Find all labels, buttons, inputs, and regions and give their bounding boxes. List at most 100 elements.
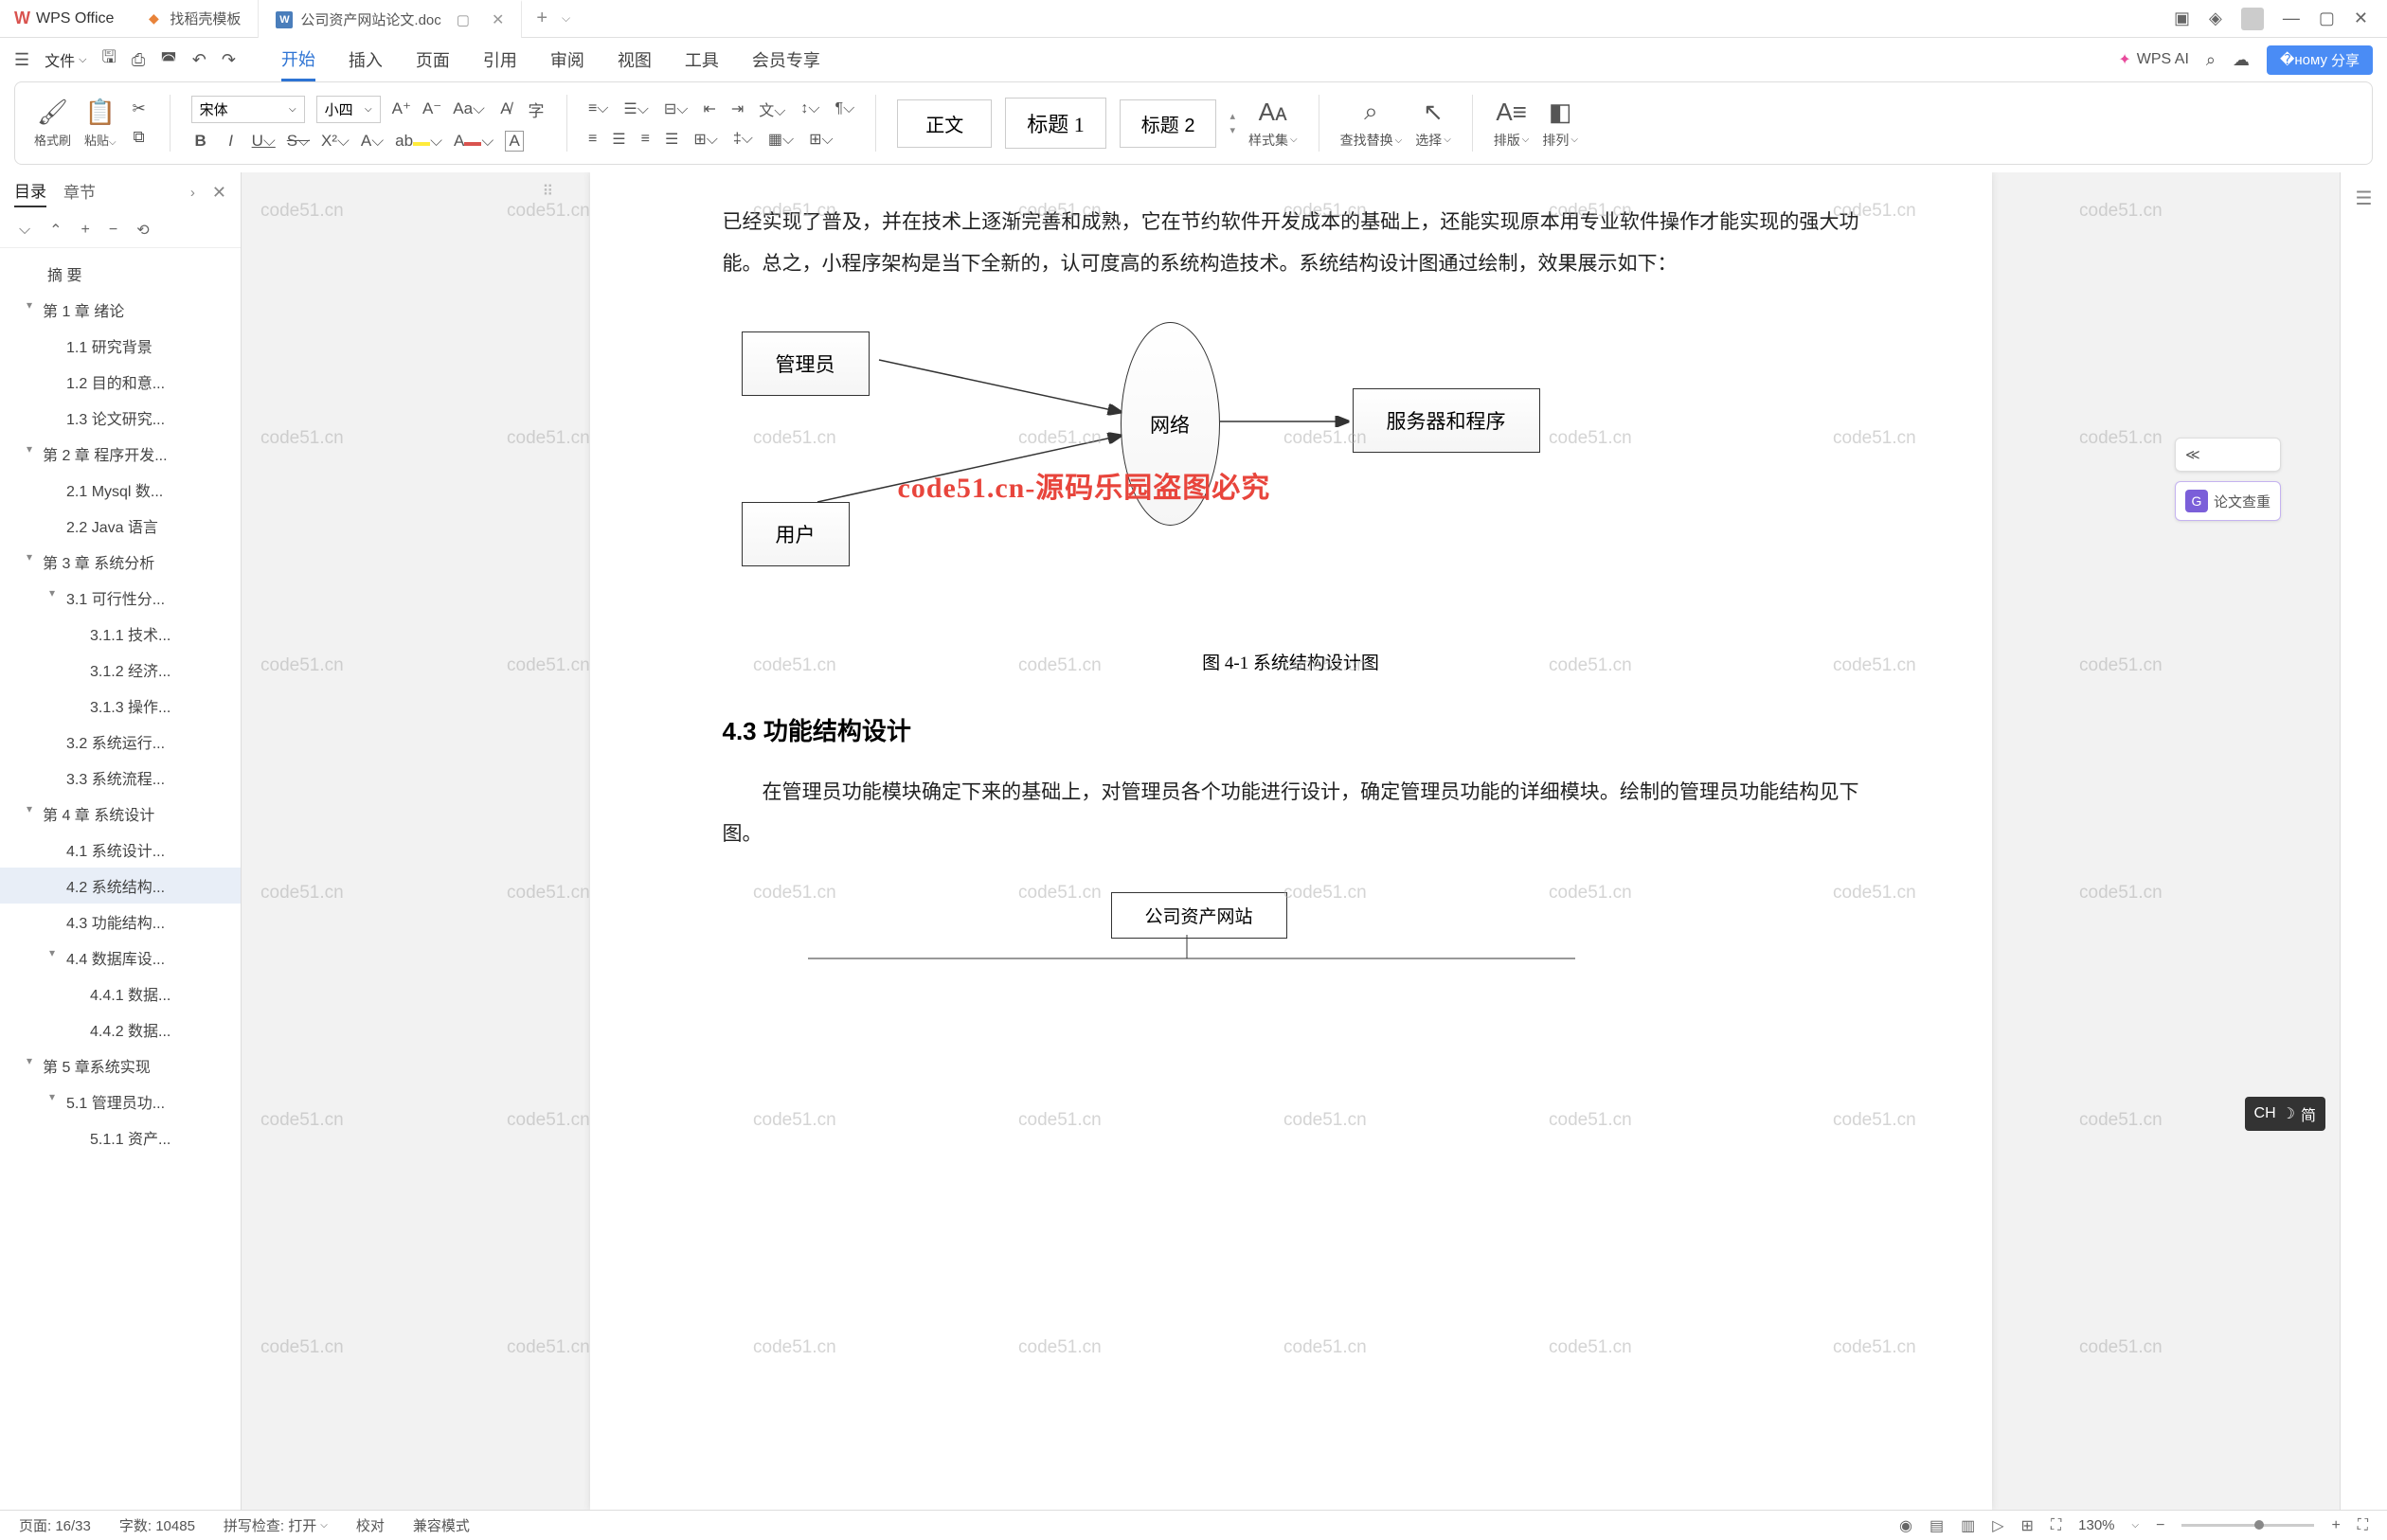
outline-item[interactable]: 4.2 系统结构... [0,868,241,904]
chevron-down-icon[interactable]: ▾ [27,550,32,564]
arrange-button[interactable]: ◧ 排列⌵ [1542,98,1578,150]
redo-icon[interactable]: ↷ [222,50,236,70]
maximize-button[interactable]: ▢ [2319,9,2335,28]
minimize-button[interactable]: — [2283,9,2300,28]
align-center-icon[interactable]: ☰ [612,130,625,149]
outline-item[interactable]: 1.2 目的和意... [0,364,241,400]
text-effect-button[interactable]: A⌵ [361,132,384,151]
change-case-icon[interactable]: Aa⌵ [453,99,485,118]
outline-item[interactable]: 4.4.2 数据... [0,1012,241,1048]
show-marks-icon[interactable]: ¶⌵ [835,100,855,117]
collapse-icon[interactable]: ⌵ [19,222,30,239]
tab-dropdown-icon[interactable]: ⌵ [562,11,589,26]
bold-button[interactable]: B [191,132,210,151]
spell-check-status[interactable]: 拼写检查: 打开 ⌵ [224,1515,328,1535]
close-button[interactable]: ✕ [2354,9,2368,28]
outline-item[interactable]: 1.3 论文研究... [0,400,241,436]
cube-icon[interactable]: ◈ [2209,9,2222,28]
window-copy-icon[interactable]: ▣ [2174,9,2190,28]
save-icon[interactable]: 🖫 [102,45,117,74]
find-replace-button[interactable]: ⌕ 查找替换⌵ [1340,97,1403,150]
eye-icon[interactable]: ◉ [1899,1516,1912,1535]
copy-icon[interactable]: ⧉ [130,128,149,147]
font-size-select[interactable]: 小四⌵ [316,96,381,123]
outline-item[interactable]: 3.2 系统运行... [0,724,241,760]
compat-mode[interactable]: 兼容模式 [413,1515,470,1535]
new-tab-button[interactable]: + [522,8,562,29]
menu-tab-member[interactable]: 会员专享 [752,40,820,80]
chevron-down-icon[interactable]: ▾ [49,946,55,959]
chevron-down-icon[interactable]: ▾ [27,802,32,815]
page-indicator[interactable]: 页面: 16/33 [19,1515,91,1535]
select-button[interactable]: ↖ 选择⌵ [1415,98,1451,150]
share-button[interactable]: �ному 分享 [2267,45,2373,75]
paragraph-handle-icon[interactable]: ⠿ [543,182,554,201]
underline-button[interactable]: U⌵ [252,132,276,151]
tab-restore-icon[interactable]: ▢ [457,11,470,28]
sort-icon[interactable]: ↕⌵ [800,100,819,117]
chevron-down-icon[interactable]: ▾ [27,298,32,312]
outline-item[interactable]: 1.1 研究背景 [0,328,241,364]
shading-icon[interactable]: ▦⌵ [768,130,794,149]
decrease-indent-icon[interactable]: ⇤ [703,99,715,118]
word-count[interactable]: 字数: 10485 [119,1515,195,1535]
increase-font-icon[interactable]: A⁺ [392,99,411,118]
style-heading1[interactable]: 标题 1 [1005,98,1106,149]
preview-icon[interactable]: ◚ [160,50,176,70]
number-list-icon[interactable]: ☰⌵ [623,99,648,118]
outline-item[interactable]: 4.4.1 数据... [0,976,241,1012]
link-icon[interactable]: ⟲ [136,221,149,240]
outline-item[interactable]: ▾第 1 章 绪论 [0,292,241,328]
line-spacing-icon[interactable]: ‡⌵ [733,131,753,148]
file-menu[interactable]: 文件⌵ [45,48,86,71]
decrease-font-icon[interactable]: A⁻ [422,99,441,118]
distribute-icon[interactable]: ⊞⌵ [693,130,718,149]
layout-button[interactable]: A≡ 排版⌵ [1494,98,1530,150]
page-view-icon[interactable]: ▤ [1929,1516,1944,1535]
outline-item[interactable]: ▾第 3 章 系统分析 [0,544,241,580]
align-left-icon[interactable]: ≡ [588,131,597,148]
increase-indent-icon[interactable]: ⇥ [731,99,744,118]
outline-item[interactable]: 3.1.1 技术... [0,616,241,652]
style-nav[interactable]: ▴▾ [1229,110,1235,136]
zoom-slider[interactable] [2181,1524,2314,1527]
tab-templates[interactable]: ◆ 找稻壳模板 [128,0,259,38]
cloud-icon[interactable]: ☁ [2233,50,2250,70]
outline-item[interactable]: 2.2 Java 语言 [0,508,241,544]
zoom-in-icon[interactable]: + [2331,1517,2340,1534]
proofread-status[interactable]: 校对 [356,1515,385,1535]
chevron-down-icon[interactable]: ▾ [27,1054,32,1067]
sidebar-tab-toc[interactable]: 目录 [14,178,46,207]
add-icon[interactable]: + [81,222,90,239]
cut-icon[interactable]: ✂ [130,99,149,118]
menu-tab-page[interactable]: 页面 [416,40,450,80]
menu-tab-view[interactable]: 视图 [618,40,652,80]
wps-ai-button[interactable]: ✦WPS AI [2118,50,2189,69]
style-heading2[interactable]: 标题 2 [1120,99,1217,148]
collapse-panel-button[interactable]: ≪ [2175,438,2281,472]
outline-item[interactable]: ▾4.4 数据库设... [0,940,241,976]
outline-list[interactable]: 摘 要▾第 1 章 绪论1.1 研究背景1.2 目的和意...1.3 论文研究.… [0,248,241,1510]
document-area[interactable]: ⠿ 已经实现了普及，并在技术上逐渐完善和成熟，它在节约软件开发成本的基础上，还能… [242,172,2340,1510]
outline-view-icon[interactable]: ▥ [1961,1516,1975,1535]
align-right-icon[interactable]: ≡ [641,131,650,148]
zoom-dropdown-icon[interactable]: ⌵ [2132,1520,2140,1531]
outline-item[interactable]: 3.1.3 操作... [0,688,241,724]
menu-tab-tools[interactable]: 工具 [685,40,719,80]
border-icon[interactable]: ⊞⌵ [809,130,834,149]
font-color-button[interactable]: A⌵ [454,132,494,151]
menu-tab-insert[interactable]: 插入 [349,40,383,80]
read-view-icon[interactable]: ▷ [1992,1516,2003,1535]
text-direction-icon[interactable]: 文⌵ [759,98,785,120]
chevron-down-icon[interactable]: ▾ [49,1090,55,1103]
menu-tab-review[interactable]: 审阅 [550,40,584,80]
outline-item[interactable]: 4.1 系统设计... [0,832,241,868]
superscript-button[interactable]: X²⌵ [321,132,350,151]
remove-icon[interactable]: − [109,222,117,239]
menu-tab-home[interactable]: 开始 [281,39,315,81]
outline-item[interactable]: ▾5.1 管理员功... [0,1083,241,1119]
sidebar-tab-chapter[interactable]: 章节 [63,179,96,206]
web-view-icon[interactable]: ⊞ [2021,1516,2034,1535]
outline-item[interactable]: ▾3.1 可行性分... [0,580,241,616]
outline-item[interactable]: 3.3 系统流程... [0,760,241,796]
